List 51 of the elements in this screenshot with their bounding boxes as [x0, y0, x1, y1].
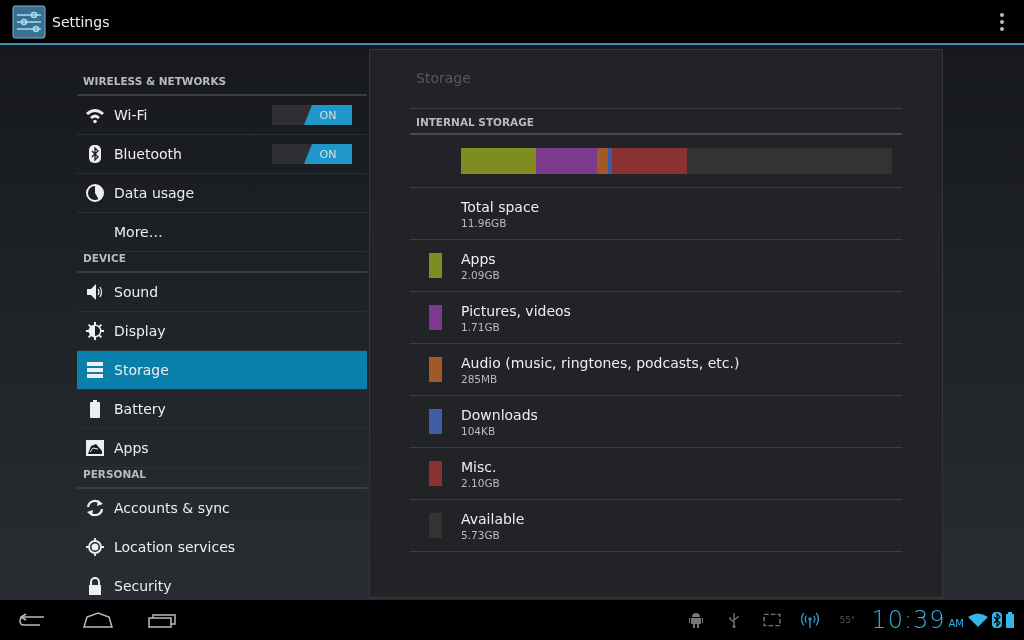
storage-item-label: Audio (music, ringtones, podcasts, etc.) [461, 354, 740, 371]
screenshot-frame-icon[interactable] [763, 612, 782, 628]
overflow-menu-icon[interactable] [1000, 12, 1004, 31]
location-target-icon [85, 538, 105, 556]
storage-item-size: 5.73GB [461, 528, 501, 541]
brightness-icon [85, 322, 105, 340]
storage-icon [85, 361, 105, 379]
speaker-icon [85, 283, 105, 301]
home-icon[interactable] [83, 612, 113, 628]
settings-item[interactable]: Data usage [77, 174, 367, 213]
apps-picture-icon [85, 439, 105, 457]
storage-item-label: Pictures, videos [461, 302, 571, 319]
clock-meridiem: AM [948, 617, 964, 629]
storage-item-size: 285MB [461, 372, 499, 385]
settings-item[interactable]: Location services [77, 528, 367, 567]
section-header: PERSONAL [77, 468, 367, 489]
storage-item-label: Downloads [461, 406, 538, 423]
storage-item-label: Apps [461, 250, 497, 267]
sync-icon [85, 499, 105, 517]
storage-item-size: 11.96GB [461, 216, 508, 229]
pie-chart-icon [85, 184, 105, 202]
settings-item[interactable]: More… [77, 213, 367, 252]
settings-item[interactable]: Bluetooth ON [77, 135, 367, 174]
section-header: INTERNAL STORAGE [410, 109, 902, 135]
storage-item-label: Available [461, 510, 525, 527]
storage-item-size: 1.71GB [461, 320, 501, 333]
settings-item[interactable]: Battery [77, 390, 367, 429]
storage-item-size: 104KB [461, 424, 497, 437]
bluetooth-icon [992, 612, 1002, 628]
settings-item[interactable]: Accounts & sync [77, 489, 367, 528]
recent-apps-icon[interactable] [148, 612, 178, 628]
storage-item-label: Misc. [461, 458, 498, 475]
settings-item[interactable]: Sound [77, 273, 367, 312]
storage-item-size: 2.10GB [461, 476, 500, 489]
storage-item-size: 2.09GB [461, 268, 500, 281]
temperature-reading: 55° [839, 615, 856, 625]
settings-sliders-icon[interactable] [12, 4, 46, 39]
android-robot-icon[interactable] [687, 612, 706, 628]
panel-title: Storage [410, 70, 902, 109]
settings-item[interactable]: Storage [77, 351, 367, 390]
clock-time: 10:39 [871, 606, 946, 634]
battery-icon [1006, 612, 1014, 628]
section-header: WIRELESS & NETWORKS [77, 75, 367, 96]
section-header: DEVICE [77, 252, 367, 273]
storage-item-label: Total space [461, 198, 540, 215]
wifi-icon [85, 106, 105, 124]
settings-item[interactable]: Apps [77, 429, 367, 468]
app-title: Settings [52, 13, 110, 30]
settings-item[interactable]: Wi-Fi ON [77, 96, 367, 135]
wifi-signal-icon [968, 613, 988, 627]
broadcast-signal-icon[interactable] [801, 612, 820, 628]
